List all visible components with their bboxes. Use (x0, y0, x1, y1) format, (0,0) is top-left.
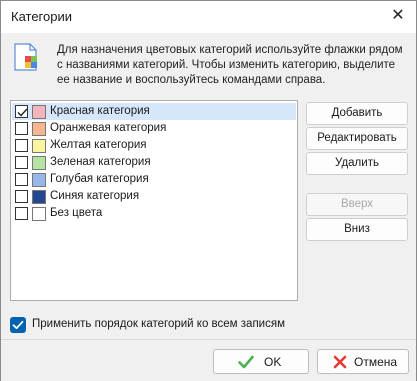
category-checkbox[interactable] (15, 122, 28, 135)
categories-dialog: Категории ✕ Для назначения цветовых кате… (0, 0, 417, 381)
list-item[interactable]: Голубая категория (12, 171, 296, 188)
apply-order-label: Применить порядок категорий ко всем запи… (32, 318, 285, 330)
ok-button[interactable]: OK (213, 349, 309, 374)
info-text: Для назначения цветовых категорий исполь… (57, 44, 403, 86)
move-up-button[interactable]: Вверх (306, 193, 408, 216)
ok-label: OK (264, 355, 282, 369)
list-item[interactable]: Оранжевая категория (12, 120, 296, 137)
list-item[interactable]: Красная категория (12, 103, 296, 120)
add-button[interactable]: Добавить (306, 102, 408, 125)
list-item[interactable]: Желтая категория (12, 137, 296, 154)
close-icon[interactable]: ✕ (386, 4, 410, 28)
color-swatch (32, 156, 46, 170)
category-label: Синяя категория (50, 190, 140, 202)
checkmark-icon (238, 354, 254, 370)
cancel-button[interactable]: Отмена (317, 349, 409, 374)
category-label: Желтая категория (50, 139, 147, 151)
list-item[interactable]: Без цвета (12, 205, 296, 222)
color-swatch (32, 122, 46, 136)
category-label: Без цвета (50, 207, 103, 219)
cancel-label: Отмена (354, 355, 398, 369)
category-checkbox[interactable] (15, 139, 28, 152)
category-list[interactable]: Красная категория Оранжевая категория Желт… (10, 100, 298, 301)
color-swatch (32, 139, 46, 153)
categories-icon (12, 42, 42, 72)
category-label: Оранжевая категория (50, 122, 167, 134)
category-label: Голубая категория (50, 173, 149, 185)
list-item[interactable]: Зеленая категория (12, 154, 296, 171)
category-checkbox[interactable] (15, 156, 28, 169)
category-checkbox[interactable] (15, 173, 28, 186)
color-swatch (32, 190, 46, 204)
color-swatch (32, 207, 46, 221)
apply-order-checkbox[interactable] (10, 317, 26, 333)
window-title: Категории (11, 9, 72, 24)
color-swatch (32, 173, 46, 187)
category-label: Зеленая категория (50, 156, 151, 168)
category-checkbox[interactable] (15, 190, 28, 203)
cancel-x-icon (332, 354, 348, 370)
delete-button[interactable]: Удалить (306, 152, 408, 175)
move-down-button[interactable]: Вниз (306, 218, 408, 241)
category-checkbox[interactable] (15, 207, 28, 220)
title-bar: Категории ✕ (1, 1, 416, 33)
category-checkbox[interactable] (15, 105, 28, 118)
color-swatch (32, 105, 46, 119)
dialog-footer: OK Отмена (1, 339, 416, 381)
category-label: Красная категория (50, 105, 150, 117)
edit-button[interactable]: Редактировать (306, 127, 408, 150)
list-item[interactable]: Синяя категория (12, 188, 296, 205)
